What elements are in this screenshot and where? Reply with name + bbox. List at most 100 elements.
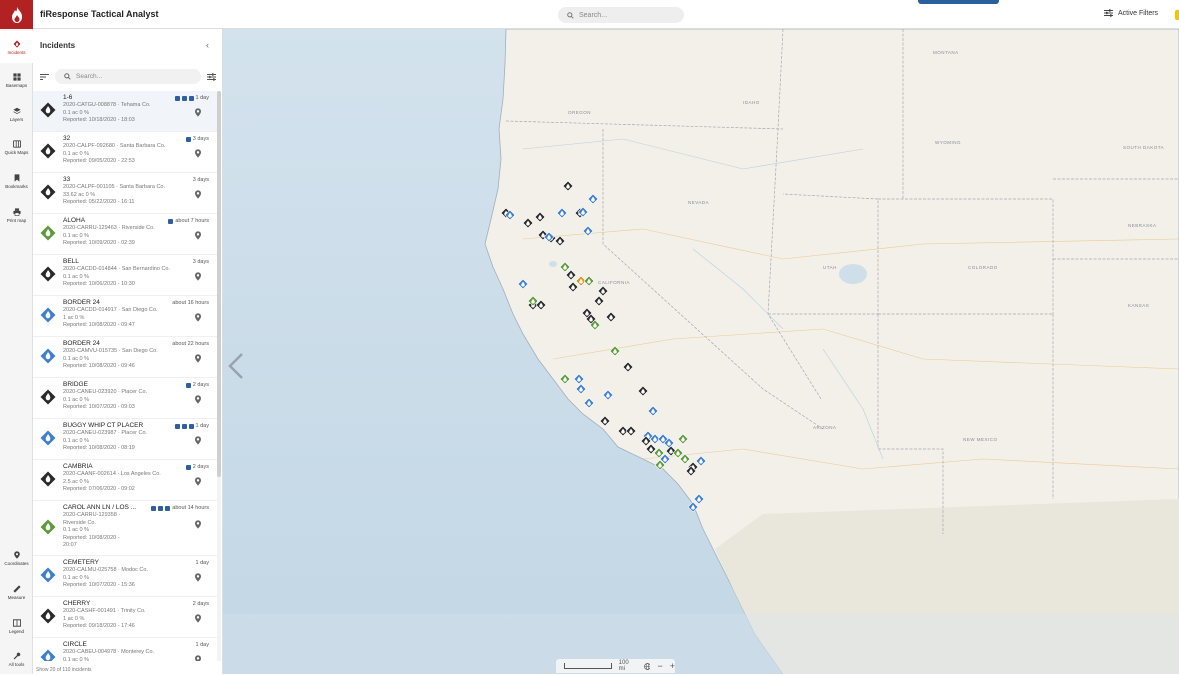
- chevron-left-icon[interactable]: [227, 352, 245, 380]
- incident-detail-line: 2020-CATGU-008878 · Tehama Co.: [63, 102, 151, 108]
- incident-detail-line: 1 ac 0 %: [63, 615, 85, 622]
- incident-detail-line: 2020-CASHF-001491 · Trinity Co.: [63, 608, 146, 614]
- incident-list-item[interactable]: CEMETERY 2020-CALMU-025758 · Modoc Co. 0.1…: [33, 556, 217, 597]
- zoom-to-incident-pin-icon[interactable]: [194, 395, 202, 404]
- app-title: fiResponse Tactical Analyst: [40, 9, 159, 19]
- basemap[interactable]: OREGON IDAHO WYOMING NEVADA UTAH COLORADO ARIZ…: [223, 29, 1179, 674]
- incident-search-input[interactable]: Search...: [55, 69, 201, 84]
- global-search-placeholder: Search...: [579, 11, 608, 19]
- rail-quick-maps[interactable]: Quick Maps: [0, 131, 33, 163]
- sort-icon[interactable]: [40, 74, 49, 80]
- incident-list-item[interactable]: CAMBRIA 2020-CAANF-002614 · Los Angeles C…: [33, 460, 217, 501]
- incident-detail-line: 2020-CAANF-002614 · Los Angeles Co.: [63, 471, 161, 477]
- incident-fire-icon: [40, 430, 56, 446]
- rail-label: Measure: [7, 594, 26, 600]
- printer-icon: [12, 207, 21, 216]
- layers-icon: [12, 107, 21, 114]
- incident-list-item[interactable]: BRIDGE 2020-CANEU-023920 · Placer Co. 0.1 …: [33, 378, 217, 419]
- zoom-to-incident-pin-icon[interactable]: [194, 436, 202, 445]
- rail-layers[interactable]: Layers: [0, 98, 33, 130]
- incident-list-item[interactable]: 32 2020-CALPF-092680 · Santa Barbara Co. 0…: [33, 132, 217, 173]
- incident-list-item[interactable]: ALOHA 2020-CARRU-129463 · Riverside Co. 0.…: [33, 214, 217, 255]
- rail-label: All tools: [8, 661, 25, 667]
- incident-list-item[interactable]: BORDER 24 2020-CACDD-014917 · San Diego C…: [33, 296, 217, 337]
- rail-print-map[interactable]: Print map: [0, 199, 33, 231]
- incident-name: BORDER 24: [63, 340, 100, 347]
- panel-title: Incidents: [40, 41, 76, 50]
- zoom-to-incident-pin-icon[interactable]: [194, 477, 202, 486]
- incident-list-item[interactable]: CAROL ANN LN / LOS ... 2020-CARRU-129358 …: [33, 501, 217, 556]
- incident-detail-line: 2020-CABEU-004978 · Monterey Co.: [63, 649, 155, 655]
- incident-age-label: 1 day: [195, 642, 209, 648]
- incident-list-item[interactable]: BORDER 24 2020-CAMVU-015735 · San Diego C…: [33, 337, 217, 378]
- incident-list-item[interactable]: CIRCLE 2020-CABEU-004978 · Monterey Co. 0.…: [33, 638, 217, 661]
- zoom-to-incident-pin-icon[interactable]: [194, 149, 202, 158]
- incident-name: BRIDGE: [63, 381, 88, 388]
- resource-badge-icon: [165, 505, 171, 511]
- rail-basemaps[interactable]: Basemaps: [0, 64, 33, 96]
- rail-measure[interactable]: Measure: [0, 576, 33, 608]
- notification-badge[interactable]: [1175, 10, 1179, 20]
- incident-detail-line: 2.5 ac 0 %: [63, 478, 89, 485]
- incident-fire-icon: [40, 471, 56, 487]
- global-search-input[interactable]: Search...: [558, 7, 684, 23]
- incident-age: about 22 hours: [172, 341, 209, 347]
- incident-age-label: 2 days: [192, 464, 209, 470]
- incident-list-item[interactable]: BELL 2020-CACDD-014844 · San Bernardino C…: [33, 255, 217, 296]
- incident-list-item[interactable]: CHERRY 2020-CASHF-001491 · Trinity Co. 1 a…: [33, 597, 217, 638]
- app-logo[interactable]: [0, 0, 33, 29]
- incident-list-item[interactable]: BUGGY WHIP CT PLACER_HIL2020-CANEU-02398…: [33, 419, 217, 460]
- zoom-to-incident-pin-icon[interactable]: [194, 231, 202, 240]
- state-label: WYOMING: [935, 140, 961, 145]
- incident-detail-line: 2020-CANEU-023920 · Placer Co.: [63, 389, 148, 395]
- rail-coordinates[interactable]: Coordinates: [0, 542, 33, 574]
- rail-all-tools[interactable]: All tools: [0, 643, 33, 675]
- top-blue-tab[interactable]: [918, 0, 999, 4]
- rail-bookmarks[interactable]: Bookmarks: [0, 165, 33, 197]
- incident-fire-icon: [40, 519, 56, 535]
- scroll-thumb[interactable]: [217, 91, 221, 477]
- incident-age-label: about 22 hours: [172, 341, 209, 347]
- lake-tahoe: [549, 261, 557, 267]
- flame-icon: [11, 6, 22, 23]
- incident-age: 3 days: [193, 259, 209, 265]
- incident-detail-line: Reported: 10/08/2020 - 09:46: [63, 363, 135, 369]
- zoom-to-incident-pin-icon[interactable]: [194, 655, 202, 661]
- incident-fire-icon: [40, 143, 56, 159]
- flame-icon: [13, 39, 20, 48]
- zoom-to-incident-pin-icon[interactable]: [194, 108, 202, 117]
- incident-age-label: 3 days: [192, 136, 209, 142]
- filter-sliders-icon[interactable]: [207, 73, 216, 81]
- search-icon: [64, 73, 71, 80]
- resource-badge-icon: [185, 464, 191, 470]
- map-view[interactable]: OREGON IDAHO WYOMING NEVADA UTAH COLORADO ARIZ…: [223, 29, 1179, 674]
- active-filters-button[interactable]: Active Filters: [1104, 9, 1158, 17]
- collapse-panel-button[interactable]: ‹: [206, 40, 209, 50]
- incident-fire-icon: [40, 225, 56, 241]
- zoom-to-incident-pin-icon[interactable]: [194, 272, 202, 281]
- rail-label: Coordinates: [4, 560, 29, 566]
- globe-icon[interactable]: [643, 662, 651, 670]
- incident-list-item[interactable]: 1-6 2020-CATGU-008878 · Tehama Co. 0.1 ac …: [33, 91, 217, 132]
- zoom-to-incident-pin-icon[interactable]: [194, 354, 202, 363]
- incident-age: 1 day: [196, 642, 209, 648]
- incident-detail-line: Reported: 10/07/2020 - 09:03: [63, 404, 135, 410]
- zoom-to-incident-pin-icon[interactable]: [194, 190, 202, 199]
- zoom-to-incident-pin-icon[interactable]: [194, 573, 202, 582]
- incident-age: 3 days: [193, 177, 209, 183]
- state-label: ARIZONA: [813, 425, 837, 430]
- incident-detail-line: 2020-CAMVU-015735 · San Diego Co.: [63, 348, 158, 354]
- rail-legend[interactable]: Legend: [0, 610, 33, 642]
- rail-incidents[interactable]: Incidents: [0, 31, 33, 63]
- state-label: CALIFORNIA: [598, 280, 630, 285]
- zoom-to-incident-pin-icon[interactable]: [194, 614, 202, 623]
- zoom-to-incident-pin-icon[interactable]: [194, 520, 202, 529]
- zoom-out-button[interactable]: −: [657, 661, 662, 671]
- zoom-to-incident-pin-icon[interactable]: [194, 313, 202, 322]
- incident-list-item[interactable]: 33 2020-CALPF-001105 · Santa Barbara Co. 3…: [33, 173, 217, 214]
- book-icon: [12, 618, 21, 627]
- incident-detail-line: 33.62 ac 0 %: [63, 191, 96, 198]
- incident-list-scrollbar[interactable]: [217, 91, 221, 661]
- zoom-in-button[interactable]: +: [670, 661, 675, 671]
- state-label: OREGON: [568, 110, 591, 115]
